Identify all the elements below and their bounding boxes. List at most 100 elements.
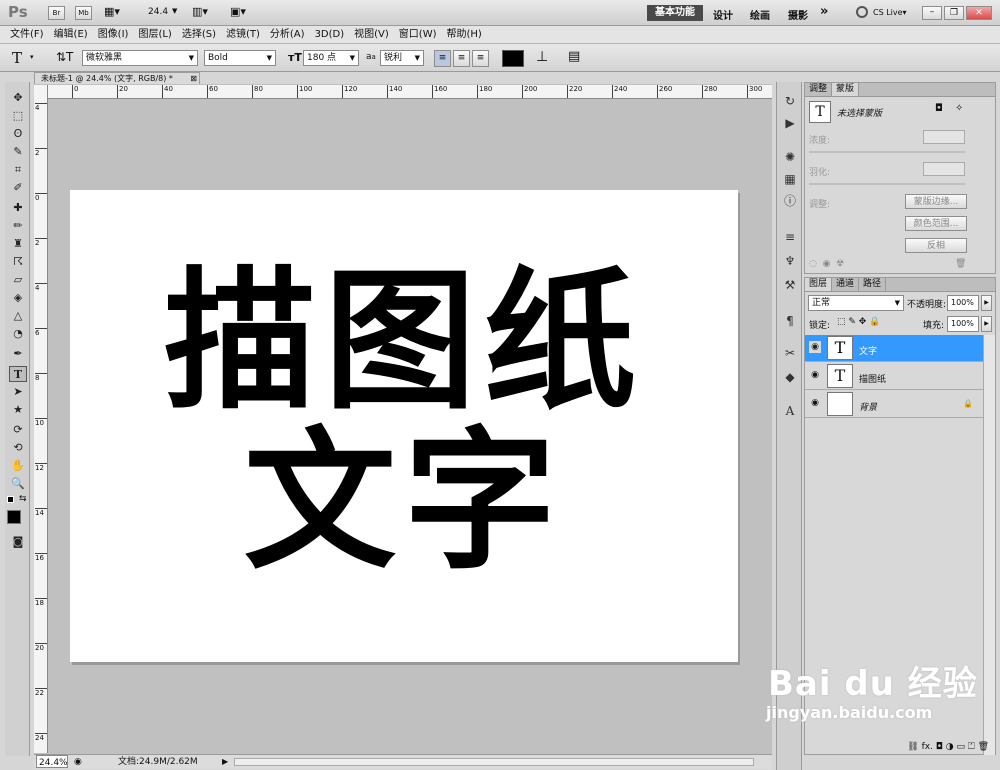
- status-info-icon[interactable]: ◉: [74, 755, 82, 769]
- tab-layers[interactable]: 图层: [805, 278, 833, 291]
- layer-comps-panel-icon[interactable]: ◆: [781, 368, 799, 386]
- layers-footer-icons[interactable]: ⛓ fx. ◘ ◑ ▭ ⏍ 🗑: [805, 740, 995, 756]
- dodge-tool-icon[interactable]: ◔: [9, 326, 27, 342]
- menu-view[interactable]: 视图(V): [349, 26, 394, 42]
- text-layer-line-2[interactable]: 文字: [70, 422, 738, 582]
- swatches-panel-icon[interactable]: ▦: [781, 170, 799, 188]
- color-panel-icon[interactable]: ✺: [781, 148, 799, 166]
- text-color-swatch[interactable]: [502, 50, 524, 67]
- layer-row[interactable]: ◉ 背景 🔒: [805, 391, 983, 418]
- layer-name[interactable]: 文字: [859, 344, 877, 357]
- text-layer-line-1[interactable]: 描图纸: [70, 262, 738, 422]
- tab-masks[interactable]: 蒙版: [832, 83, 860, 96]
- more-workspaces-button[interactable]: »: [820, 4, 828, 19]
- quick-select-tool-icon[interactable]: ✎: [9, 144, 27, 160]
- tools-3d-panel-icon[interactable]: ✂: [781, 344, 799, 362]
- swap-colors-icon[interactable]: ⇆: [19, 494, 27, 504]
- color-range-button[interactable]: 颜色范围...: [905, 216, 967, 231]
- view-extras-icon[interactable]: ▦▾: [104, 5, 120, 18]
- feather-input[interactable]: [923, 162, 965, 176]
- gradient-tool-icon[interactable]: ◈: [9, 290, 27, 306]
- lock-icons[interactable]: ⬚ ✎ ✥ 🔒: [837, 317, 880, 327]
- eye-icon[interactable]: ◉: [809, 397, 821, 409]
- align-right-button[interactable]: ≡: [472, 50, 489, 67]
- workspace-essentials-button[interactable]: 基本功能: [647, 5, 703, 21]
- text-orientation-icon[interactable]: ⇅T: [56, 50, 73, 64]
- preset-dropdown-icon[interactable]: ▾: [30, 53, 34, 61]
- menu-image[interactable]: 图像(I): [93, 26, 134, 42]
- move-tool-icon[interactable]: ✥: [9, 90, 27, 106]
- zoom-level[interactable]: 24.4: [148, 7, 168, 17]
- minimize-button[interactable]: –: [922, 6, 942, 20]
- eyedropper-tool-icon[interactable]: ✐: [9, 180, 27, 196]
- align-left-button[interactable]: ≡: [434, 50, 451, 67]
- type-tool-icon[interactable]: T: [9, 366, 27, 382]
- eye-icon[interactable]: ◉: [809, 341, 821, 353]
- foreground-color-swatch[interactable]: [7, 510, 21, 524]
- lasso-tool-icon[interactable]: ʘ: [9, 126, 27, 142]
- opacity-input[interactable]: 100%: [947, 295, 979, 311]
- invert-button[interactable]: 反相: [905, 238, 967, 253]
- default-colors-icon[interactable]: [7, 496, 14, 503]
- feather-slider[interactable]: [809, 183, 965, 185]
- vector-mask-icon[interactable]: ✧: [955, 103, 963, 114]
- density-slider[interactable]: [809, 151, 965, 153]
- pen-tool-icon[interactable]: ✒: [9, 346, 27, 362]
- clone-stamp-tool-icon[interactable]: ♜: [9, 236, 27, 252]
- blur-tool-icon[interactable]: △: [9, 308, 27, 324]
- 3d-orbit-tool-icon[interactable]: ⟲: [9, 440, 27, 456]
- tab-channels[interactable]: 通道: [832, 278, 860, 291]
- zoom-dropdown-icon[interactable]: ▼: [172, 7, 177, 15]
- blend-mode-select[interactable]: 正常 ▼: [808, 295, 904, 311]
- history-brush-tool-icon[interactable]: ☈: [9, 254, 27, 270]
- menu-filter[interactable]: 滤镜(T): [221, 26, 265, 42]
- layer-name[interactable]: 描图纸: [859, 372, 886, 385]
- font-size-select[interactable]: 180 点 ▼: [303, 50, 359, 66]
- workspace-photography-button[interactable]: 摄影: [788, 7, 808, 22]
- 3d-rotate-tool-icon[interactable]: ⟳: [9, 422, 27, 438]
- opacity-arrow-icon[interactable]: ▶: [981, 295, 992, 311]
- pixel-mask-icon[interactable]: ◘: [935, 103, 943, 114]
- bridge-icon[interactable]: Br: [48, 6, 65, 20]
- layer-name[interactable]: 背景: [859, 400, 877, 413]
- restore-button[interactable]: ❐: [944, 6, 964, 20]
- align-center-button[interactable]: ≡: [453, 50, 470, 67]
- shape-tool-icon[interactable]: ★: [9, 402, 27, 418]
- document-canvas[interactable]: 描图纸 文字: [70, 190, 738, 662]
- mask-edge-button[interactable]: 蒙版边缘...: [905, 194, 967, 209]
- quick-mask-icon[interactable]: ◙: [9, 534, 27, 550]
- menu-help[interactable]: 帮助(H): [442, 26, 487, 42]
- minibridge-icon[interactable]: Mb: [75, 6, 92, 20]
- marquee-tool-icon[interactable]: ⬚: [9, 108, 27, 124]
- status-zoom[interactable]: 24.4%: [36, 755, 68, 768]
- menu-window[interactable]: 窗口(W): [394, 26, 442, 42]
- menu-3d[interactable]: 3D(D): [310, 26, 350, 42]
- font-style-select[interactable]: Bold ▼: [204, 50, 276, 66]
- font-family-select[interactable]: 微软雅黑 ▼: [82, 50, 198, 66]
- layer-row[interactable]: ◉ T 文字: [805, 335, 983, 362]
- tab-adjustments[interactable]: 调整: [805, 83, 833, 96]
- warp-text-icon[interactable]: ⊥: [536, 49, 548, 65]
- history-panel-icon[interactable]: ↻: [781, 92, 799, 110]
- path-select-tool-icon[interactable]: ➤: [9, 384, 27, 400]
- workspace-painting-button[interactable]: 绘画: [750, 7, 770, 22]
- delete-mask-icon[interactable]: 🗑: [955, 259, 966, 269]
- actions-panel-icon[interactable]: ▶: [781, 114, 799, 132]
- horizontal-scrollbar[interactable]: [234, 758, 754, 766]
- menu-edit[interactable]: 编辑(E): [49, 26, 93, 42]
- brush-tool-icon[interactable]: ✏: [9, 218, 27, 234]
- fill-input[interactable]: 100%: [947, 316, 979, 332]
- zoom-tool-icon[interactable]: 🔍: [9, 476, 27, 492]
- eraser-tool-icon[interactable]: ▱: [9, 272, 27, 288]
- type-tool-preset-icon[interactable]: T: [12, 49, 22, 67]
- character-panel-icon[interactable]: ▤: [568, 49, 580, 64]
- layers-scrollbar[interactable]: [983, 335, 995, 755]
- crop-tool-icon[interactable]: ⌗: [9, 162, 27, 178]
- workspace-design-button[interactable]: 设计: [713, 7, 733, 22]
- character-panel-strip-icon[interactable]: A: [781, 402, 799, 420]
- fill-arrow-icon[interactable]: ▶: [981, 316, 992, 332]
- tab-paths[interactable]: 路径: [859, 278, 887, 291]
- layer-row[interactable]: ◉ T 描图纸: [805, 363, 983, 390]
- menu-select[interactable]: 选择(S): [177, 26, 221, 42]
- arrange-docs-icon[interactable]: ▥▾: [192, 5, 208, 18]
